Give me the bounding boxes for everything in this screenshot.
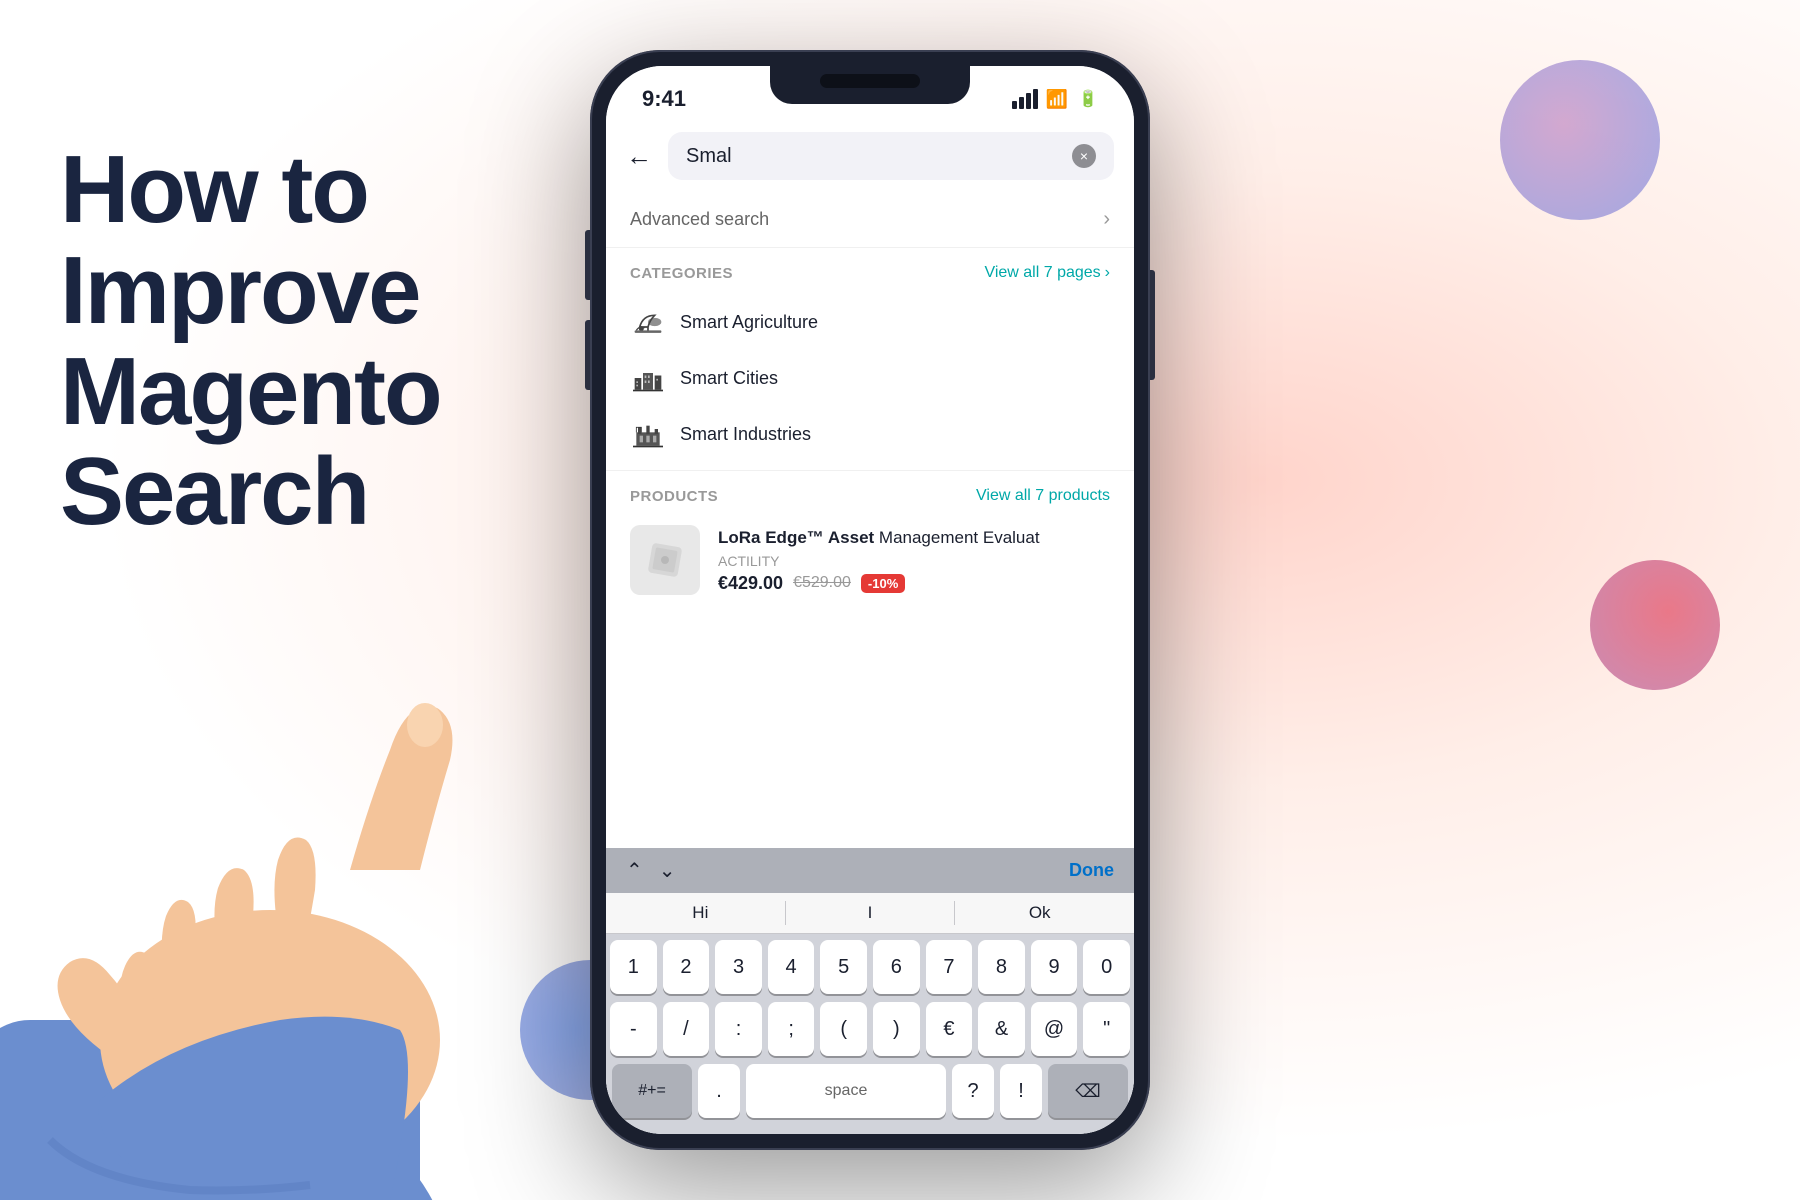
blob-top-right (1500, 60, 1660, 220)
categories-section: CATEGORIES View all 7 pages › (606, 248, 1134, 471)
product-info: LoRa Edge™ Asset Management Evaluat ACTI… (718, 526, 1110, 594)
key-semicolon[interactable]: ; (768, 1002, 815, 1056)
keyboard-area: ⌃ ⌄ Done Hi I Ok (606, 848, 1134, 1134)
phone-screen: 9:41 📶 🔋 (606, 66, 1134, 1134)
product-item-lora-edge[interactable]: LoRa Edge™ Asset Management Evaluat ACTI… (630, 517, 1110, 603)
keyboard-toolbar: ⌃ ⌄ Done (606, 848, 1134, 893)
phone-notch-inner (820, 74, 920, 88)
smart-industries-icon (630, 416, 666, 452)
category-item-smart-cities[interactable]: Smart Cities (630, 350, 1110, 406)
phone-volume-up (585, 230, 590, 300)
battery-icon: 🔋 (1078, 89, 1098, 109)
key-ampersand[interactable]: & (978, 1002, 1025, 1056)
nav-down-arrow[interactable]: ⌄ (659, 858, 676, 883)
status-icons: 📶 🔋 (1012, 89, 1098, 110)
back-button[interactable]: ← (626, 141, 652, 172)
keyboard-row-symbols: - / : ; ( ) € & @ " (610, 1002, 1130, 1056)
smart-cities-icon (630, 360, 666, 396)
signal-icon (1012, 89, 1038, 109)
smart-industries-label: Smart Industries (680, 424, 811, 445)
left-heading: How to Improve Magento Search (60, 140, 441, 543)
key-at[interactable]: @ (1031, 1002, 1078, 1056)
price-current: €429.00 (718, 573, 783, 594)
key-7[interactable]: 7 (926, 940, 973, 994)
search-bar-area: ← Smal × (606, 122, 1134, 192)
key-2[interactable]: 2 (663, 940, 710, 994)
category-item-smart-industries[interactable]: Smart Industries (630, 406, 1110, 462)
key-open-paren[interactable]: ( (820, 1002, 867, 1056)
advanced-search-chevron: › (1103, 208, 1110, 231)
key-period[interactable]: . (698, 1064, 740, 1118)
advanced-search-row[interactable]: Advanced search › (606, 192, 1134, 248)
key-0[interactable]: 0 (1083, 940, 1130, 994)
key-quote[interactable]: " (1083, 1002, 1130, 1056)
status-time: 9:41 (642, 86, 686, 112)
phone-mockup: 9:41 📶 🔋 (590, 50, 1150, 1150)
phone-notch (770, 66, 970, 104)
key-4[interactable]: 4 (768, 940, 815, 994)
heading-line1: How to (60, 136, 368, 243)
price-old: €529.00 (793, 574, 851, 592)
keyboard-row-numbers: 1 2 3 4 5 6 7 8 9 0 (610, 940, 1130, 994)
key-8[interactable]: 8 (978, 940, 1025, 994)
key-6[interactable]: 6 (873, 940, 920, 994)
blob-mid-right (1590, 560, 1720, 690)
autocomplete-hi[interactable]: Hi (616, 903, 785, 923)
products-section: PRODUCTS View all 7 products (606, 471, 1134, 611)
autocomplete-i[interactable]: I (786, 903, 955, 923)
product-name-bold: LoRa Edge™ Asset (718, 528, 874, 547)
search-input-value: Smal (686, 145, 732, 168)
categories-header: CATEGORIES View all 7 pages › (630, 264, 1110, 282)
search-input-box[interactable]: Smal × (668, 132, 1114, 180)
phone-volume-down (585, 320, 590, 390)
discount-badge: -10% (861, 574, 905, 593)
key-question[interactable]: ? (952, 1064, 994, 1118)
keyboard-row-special: #+= . space ? ! ⌫ (610, 1064, 1130, 1118)
key-exclamation[interactable]: ! (1000, 1064, 1042, 1118)
view-all-chevron: › (1105, 264, 1110, 282)
key-euro[interactable]: € (926, 1002, 973, 1056)
heading-line2: Improve (60, 237, 419, 344)
wifi-icon: 📶 (1046, 89, 1068, 110)
view-all-pages-link[interactable]: View all 7 pages › (984, 264, 1110, 282)
phone-power-button (1150, 270, 1155, 380)
autocomplete-row: Hi I Ok (606, 893, 1134, 934)
smart-cities-label: Smart Cities (680, 368, 778, 389)
smart-agriculture-icon (630, 304, 666, 340)
view-all-products-link[interactable]: View all 7 products (976, 487, 1110, 505)
key-close-paren[interactable]: ) (873, 1002, 920, 1056)
product-pricing: €429.00 €529.00 -10% (718, 573, 1110, 594)
key-delete[interactable]: ⌫ (1048, 1064, 1128, 1118)
advanced-search-label: Advanced search (630, 209, 769, 230)
hand-illustration (0, 500, 640, 1200)
hand-svg (0, 520, 610, 1200)
phone-outer: 9:41 📶 🔋 (590, 50, 1150, 1150)
categories-title: CATEGORIES (630, 265, 733, 282)
key-colon[interactable]: : (715, 1002, 762, 1056)
product-image (630, 525, 700, 595)
key-9[interactable]: 9 (1031, 940, 1078, 994)
keyboard-keys: 1 2 3 4 5 6 7 8 9 0 - (606, 934, 1134, 1134)
product-name-rest: Management Evaluat (874, 528, 1039, 547)
autocomplete-ok[interactable]: Ok (955, 903, 1124, 923)
category-item-smart-agriculture[interactable]: Smart Agriculture (630, 294, 1110, 350)
heading-line3: Magento (60, 338, 441, 445)
key-3[interactable]: 3 (715, 940, 762, 994)
products-header: PRODUCTS View all 7 products (630, 487, 1110, 505)
products-title: PRODUCTS (630, 488, 718, 505)
phone-content: ← Smal × Advanced search › (606, 122, 1134, 1134)
keyboard-done-button[interactable]: Done (1069, 860, 1114, 881)
product-brand: ACTILITY (718, 553, 1110, 569)
key-slash[interactable]: / (663, 1002, 710, 1056)
key-5[interactable]: 5 (820, 940, 867, 994)
key-space[interactable]: space (746, 1064, 946, 1118)
product-name: LoRa Edge™ Asset Management Evaluat (718, 526, 1110, 550)
smart-agriculture-label: Smart Agriculture (680, 312, 818, 333)
search-clear-button[interactable]: × (1072, 144, 1096, 168)
